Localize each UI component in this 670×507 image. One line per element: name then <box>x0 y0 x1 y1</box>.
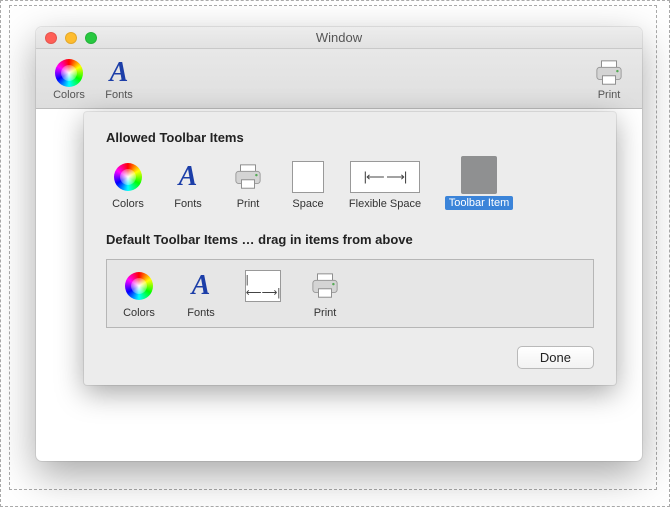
printer-icon <box>233 163 263 191</box>
generic-item-icon <box>461 156 497 194</box>
color-wheel-icon <box>114 163 142 191</box>
minimize-icon[interactable] <box>65 32 77 44</box>
allowed-fonts-label: Fonts <box>174 198 202 210</box>
font-a-icon: A <box>179 163 198 191</box>
default-colors[interactable]: Colors <box>117 268 161 319</box>
customize-sheet: Allowed Toolbar Items Colors A Fonts <box>84 112 616 385</box>
allowed-fonts[interactable]: A Fonts <box>166 159 210 210</box>
flexible-space-icon: |⟵ ⟶| <box>350 161 420 193</box>
toolbar-colors[interactable]: Colors <box>44 57 94 101</box>
space-icon <box>292 161 324 193</box>
color-wheel-icon <box>125 272 153 300</box>
allowed-print[interactable]: Print <box>226 159 270 210</box>
font-a-icon: A <box>192 272 211 300</box>
toolbar-fonts-label: Fonts <box>105 89 133 101</box>
toolbar-colors-label: Colors <box>53 89 85 101</box>
allowed-space-label: Space <box>292 198 323 210</box>
allowed-print-label: Print <box>237 198 260 210</box>
allowed-space[interactable]: Space <box>286 159 330 210</box>
done-button[interactable]: Done <box>517 346 594 369</box>
allowed-colors-label: Colors <box>112 198 144 210</box>
default-items-box[interactable]: Colors A Fonts |⟵⟶| Prin <box>106 259 594 328</box>
flexible-space-icon: |⟵⟶| <box>245 270 281 302</box>
toolbar-fonts[interactable]: A Fonts <box>94 57 144 101</box>
printer-icon <box>310 272 340 300</box>
printer-icon <box>594 59 624 87</box>
default-print-label: Print <box>314 307 337 319</box>
allowed-flexible-space-label: Flexible Space <box>349 198 421 210</box>
toolbar: Colors A Fonts Print <box>36 49 642 109</box>
allowed-colors[interactable]: Colors <box>106 159 150 210</box>
default-fonts[interactable]: A Fonts <box>179 268 223 319</box>
allowed-items-row: Colors A Fonts Print Spac <box>106 157 594 210</box>
allowed-toolbar-item-label: Toolbar Item <box>445 196 514 210</box>
close-icon[interactable] <box>45 32 57 44</box>
app-window: Window Colors A Fonts Print Allowed T <box>36 27 642 461</box>
color-wheel-icon <box>55 59 83 87</box>
default-colors-label: Colors <box>123 307 155 319</box>
traffic-lights <box>36 32 97 44</box>
default-flexible-space-label <box>261 307 264 319</box>
default-flexible-space[interactable]: |⟵⟶| <box>241 268 285 319</box>
default-fonts-label: Fonts <box>187 307 215 319</box>
window-title: Window <box>36 30 642 45</box>
zoom-icon[interactable] <box>85 32 97 44</box>
toolbar-print-label: Print <box>598 89 621 101</box>
allowed-title: Allowed Toolbar Items <box>106 130 594 145</box>
allowed-toolbar-item[interactable]: Toolbar Item <box>440 157 518 210</box>
titlebar: Window <box>36 27 642 49</box>
toolbar-print[interactable]: Print <box>584 57 634 101</box>
default-print[interactable]: Print <box>303 268 347 319</box>
font-a-icon: A <box>110 59 129 87</box>
default-title: Default Toolbar Items … drag in items fr… <box>106 232 594 247</box>
allowed-flexible-space[interactable]: |⟵ ⟶| Flexible Space <box>346 159 424 210</box>
